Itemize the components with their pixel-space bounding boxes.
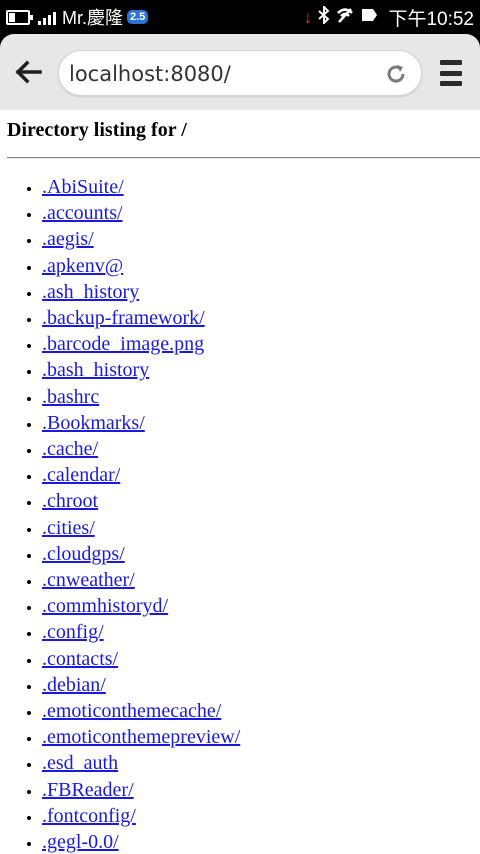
list-item: .cnweather/ bbox=[42, 567, 240, 593]
browser-toolbar bbox=[0, 34, 480, 110]
list-item: .accounts/ bbox=[42, 200, 240, 226]
list-item: .cloudgps/ bbox=[42, 541, 240, 567]
list-item: .emoticonthemepreview/ bbox=[42, 724, 240, 750]
clock: 下午10:52 bbox=[388, 8, 474, 30]
list-item: .gegl-0.0/ bbox=[42, 829, 240, 854]
directory-entry-link[interactable]: .ash_history bbox=[42, 281, 139, 303]
list-item: .barcode_image.png bbox=[42, 331, 240, 357]
directory-entry-link[interactable]: .cache/ bbox=[42, 438, 98, 460]
url-input[interactable] bbox=[69, 59, 369, 89]
list-item: .fontconfig/ bbox=[42, 803, 240, 829]
list-item: .esd_auth bbox=[42, 750, 240, 776]
page-title: Directory listing for / bbox=[7, 119, 187, 141]
list-item: .commhistoryd/ bbox=[42, 593, 240, 619]
list-item: .aegis/ bbox=[42, 226, 240, 252]
directory-entry-link[interactable]: .backup-framework/ bbox=[42, 307, 205, 329]
directory-entry-link[interactable]: .Bookmarks/ bbox=[42, 412, 145, 434]
wifi-off-icon bbox=[336, 6, 354, 29]
directory-list: .AbiSuite/ .accounts/ .aegis/ .apkenv@ .ash_… bbox=[0, 174, 240, 854]
signal-icon bbox=[38, 10, 56, 25]
notification-icon bbox=[360, 6, 378, 29]
menu-icon bbox=[440, 60, 462, 65]
directory-entry-link[interactable]: .accounts/ bbox=[42, 202, 123, 224]
directory-entry-link[interactable]: .cloudgps/ bbox=[42, 543, 125, 565]
directory-entry-link[interactable]: .apkenv@ bbox=[42, 255, 123, 277]
directory-entry-link[interactable]: .debian/ bbox=[42, 674, 106, 696]
directory-entry-link[interactable]: .barcode_image.png bbox=[42, 333, 204, 355]
reload-icon[interactable] bbox=[385, 63, 407, 85]
menu-button[interactable] bbox=[440, 60, 462, 86]
directory-entry-link[interactable]: .esd_auth bbox=[42, 752, 118, 774]
directory-entry-link[interactable]: .aegis/ bbox=[42, 228, 94, 250]
list-item: .contacts/ bbox=[42, 646, 240, 672]
status-bar: Mr.慶隆 2.5 ↓ 下午10:52 bbox=[0, 0, 480, 34]
battery-icon bbox=[6, 9, 33, 25]
directory-entry-link[interactable]: .calendar/ bbox=[42, 464, 120, 486]
directory-entry-link[interactable]: .contacts/ bbox=[42, 648, 118, 670]
download-arrow-icon: ↓ bbox=[303, 6, 313, 27]
list-item: .config/ bbox=[42, 619, 240, 645]
list-item: .apkenv@ bbox=[42, 253, 240, 279]
list-item: .cache/ bbox=[42, 436, 240, 462]
back-arrow-icon bbox=[15, 60, 42, 84]
list-item: .calendar/ bbox=[42, 462, 240, 488]
directory-entry-link[interactable]: .gegl-0.0/ bbox=[42, 831, 119, 853]
network-badge: 2.5 bbox=[127, 10, 149, 24]
directory-entry-link[interactable]: .config/ bbox=[42, 621, 104, 643]
directory-entry-link[interactable]: .commhistoryd/ bbox=[42, 595, 168, 617]
address-bar[interactable] bbox=[58, 50, 422, 96]
list-item: .backup-framework/ bbox=[42, 305, 240, 331]
list-item: .chroot bbox=[42, 488, 240, 514]
list-item: .bashrc bbox=[42, 384, 240, 410]
list-item: .cities/ bbox=[42, 515, 240, 541]
bluetooth-icon bbox=[318, 4, 330, 29]
list-item: .FBReader/ bbox=[42, 777, 240, 803]
list-item: .debian/ bbox=[42, 672, 240, 698]
directory-entry-link[interactable]: .chroot bbox=[42, 490, 98, 512]
directory-entry-link[interactable]: .AbiSuite/ bbox=[42, 176, 124, 198]
back-button[interactable] bbox=[12, 56, 44, 88]
list-item: .Bookmarks/ bbox=[42, 410, 240, 436]
directory-entry-link[interactable]: .emoticonthemepreview/ bbox=[42, 726, 240, 748]
directory-entry-link[interactable]: .fontconfig/ bbox=[42, 805, 136, 827]
web-page: Directory listing for / .AbiSuite/ .accou… bbox=[0, 110, 480, 854]
directory-entry-link[interactable]: .bash_history bbox=[42, 359, 149, 381]
list-item: .emoticonthemecache/ bbox=[42, 698, 240, 724]
list-item: .bash_history bbox=[42, 357, 240, 383]
directory-entry-link[interactable]: .emoticonthemecache/ bbox=[42, 700, 221, 722]
directory-entry-link[interactable]: .FBReader/ bbox=[42, 779, 134, 801]
directory-entry-link[interactable]: .cities/ bbox=[42, 517, 95, 539]
list-item: .ash_history bbox=[42, 279, 240, 305]
divider bbox=[7, 157, 480, 159]
directory-entry-link[interactable]: .cnweather/ bbox=[42, 569, 135, 591]
directory-entry-link[interactable]: .bashrc bbox=[42, 386, 99, 408]
list-item: .AbiSuite/ bbox=[42, 174, 240, 200]
carrier-name: Mr.慶隆 bbox=[62, 8, 123, 28]
